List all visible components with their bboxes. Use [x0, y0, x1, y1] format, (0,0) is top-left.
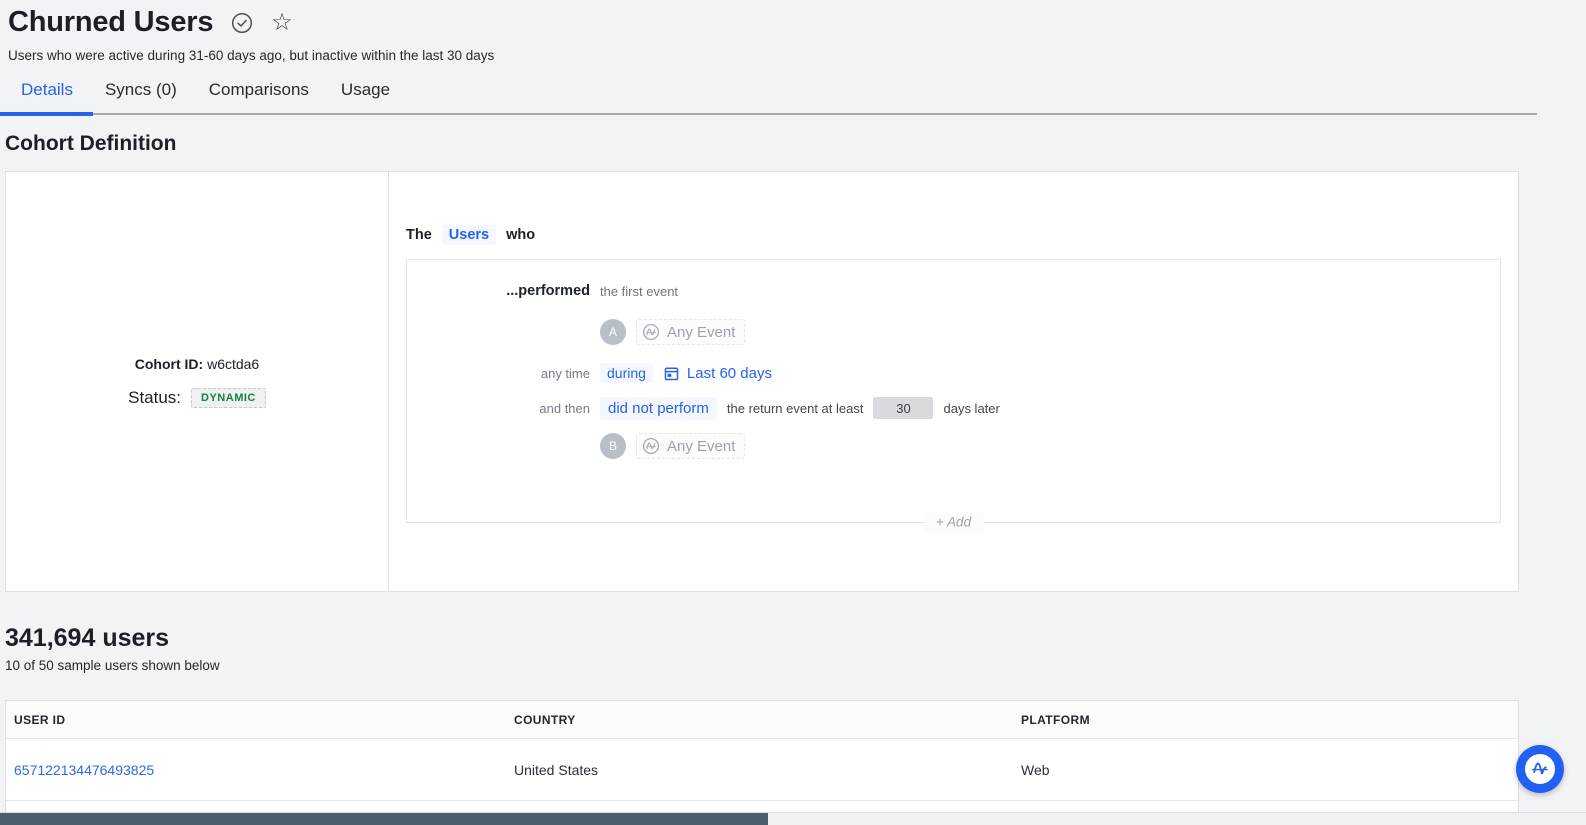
date-range-label: Last 60 days	[687, 365, 772, 382]
first-event-label: the first event	[600, 284, 678, 299]
add-clause-button[interactable]: + Add	[924, 513, 983, 532]
performed-label: ...performed	[407, 283, 590, 299]
days-later-label: days later	[943, 401, 999, 416]
user-id-link[interactable]: 657122134476493825	[14, 762, 514, 778]
anytime-row: any time during Last 60 days	[407, 360, 1500, 386]
horizontal-scrollbar-thumb[interactable]	[0, 813, 768, 825]
definition-clause-panel: ...performed the first event A	[406, 259, 1501, 523]
calendar-icon	[663, 365, 680, 382]
amplitude-help-fab[interactable]	[1516, 745, 1564, 793]
event-row-a: A Any Event	[407, 318, 1500, 346]
any-event-icon	[642, 323, 660, 341]
cohort-definition-card: Cohort ID: w6ctda6 Status: DYNAMIC The U…	[5, 171, 1519, 592]
tab-details[interactable]: Details	[21, 80, 73, 110]
did-not-perform-selector[interactable]: did not perform	[600, 397, 717, 420]
sample-users-table: USER ID COUNTRY PLATFORM 657122134476493…	[5, 700, 1519, 818]
sample-users-note: 10 of 50 sample users shown below	[5, 658, 220, 673]
favorite-star-icon[interactable]: ☆	[271, 11, 293, 35]
cohort-status: Status: DYNAMIC	[128, 388, 266, 408]
users-count: 341,694 users	[5, 624, 169, 653]
cohort-id-label: Cohort ID:	[135, 356, 203, 372]
table-row: 657122134476493825 United States Web	[6, 739, 1518, 801]
date-range-selector[interactable]: Last 60 days	[663, 365, 772, 382]
cohort-meta-panel: Cohort ID: w6ctda6 Status: DYNAMIC	[6, 172, 389, 591]
col-user-id: USER ID	[14, 713, 514, 727]
horizontal-scrollbar[interactable]	[0, 812, 1586, 825]
page: Churned Users ☆ Users who were active du…	[0, 0, 1586, 825]
any-time-label: any time	[407, 366, 590, 381]
table-header-row: USER ID COUNTRY PLATFORM	[6, 701, 1518, 739]
status-badge: DYNAMIC	[191, 388, 266, 408]
page-subtitle: Users who were active during 31-60 days …	[8, 48, 494, 63]
subject-line: The Users who	[406, 225, 535, 245]
event-row-b: B Any Event	[407, 432, 1500, 460]
tab-usage[interactable]: Usage	[341, 80, 390, 110]
page-title: Churned Users	[8, 6, 213, 39]
event-selector-a[interactable]: Any Event	[636, 319, 745, 345]
performed-row: ...performed the first event	[407, 280, 1500, 302]
subject-prefix: The	[406, 227, 432, 243]
col-platform: PLATFORM	[1021, 713, 1518, 727]
any-event-label-a: Any Event	[667, 324, 735, 341]
event-letter-b: B	[600, 433, 626, 459]
event-selector-b[interactable]: Any Event	[636, 433, 745, 459]
col-country: COUNTRY	[514, 713, 1021, 727]
tab-syncs[interactable]: Syncs (0)	[105, 80, 177, 110]
amplitude-logo-icon	[1525, 754, 1555, 784]
users-selector[interactable]: Users	[442, 225, 496, 245]
return-event-text: the return event at least	[727, 401, 864, 416]
cohort-id-value: w6ctda6	[207, 356, 259, 372]
any-event-icon	[642, 437, 660, 455]
cohort-definition-heading: Cohort Definition	[5, 132, 176, 156]
status-label: Status:	[128, 388, 181, 408]
active-tab-underline	[0, 112, 93, 116]
platform-cell: Web	[1021, 762, 1518, 778]
country-cell: United States	[514, 762, 1021, 778]
andthen-row: and then did not perform the return even…	[407, 394, 1500, 422]
during-selector[interactable]: during	[600, 363, 653, 383]
tab-bar: Details Syncs (0) Comparisons Usage	[21, 80, 390, 110]
tab-comparisons[interactable]: Comparisons	[209, 80, 309, 110]
verified-check-icon[interactable]	[231, 12, 253, 34]
header: Churned Users ☆	[8, 6, 293, 39]
tab-divider	[0, 113, 1537, 115]
days-later-input[interactable]	[873, 397, 933, 419]
subject-suffix: who	[506, 227, 535, 243]
event-letter-a: A	[600, 319, 626, 345]
cohort-id: Cohort ID: w6ctda6	[135, 356, 259, 372]
cohort-builder-panel: The Users who ...performed the first eve…	[390, 172, 1518, 591]
any-event-label-b: Any Event	[667, 438, 735, 455]
and-then-label: and then	[407, 401, 590, 416]
